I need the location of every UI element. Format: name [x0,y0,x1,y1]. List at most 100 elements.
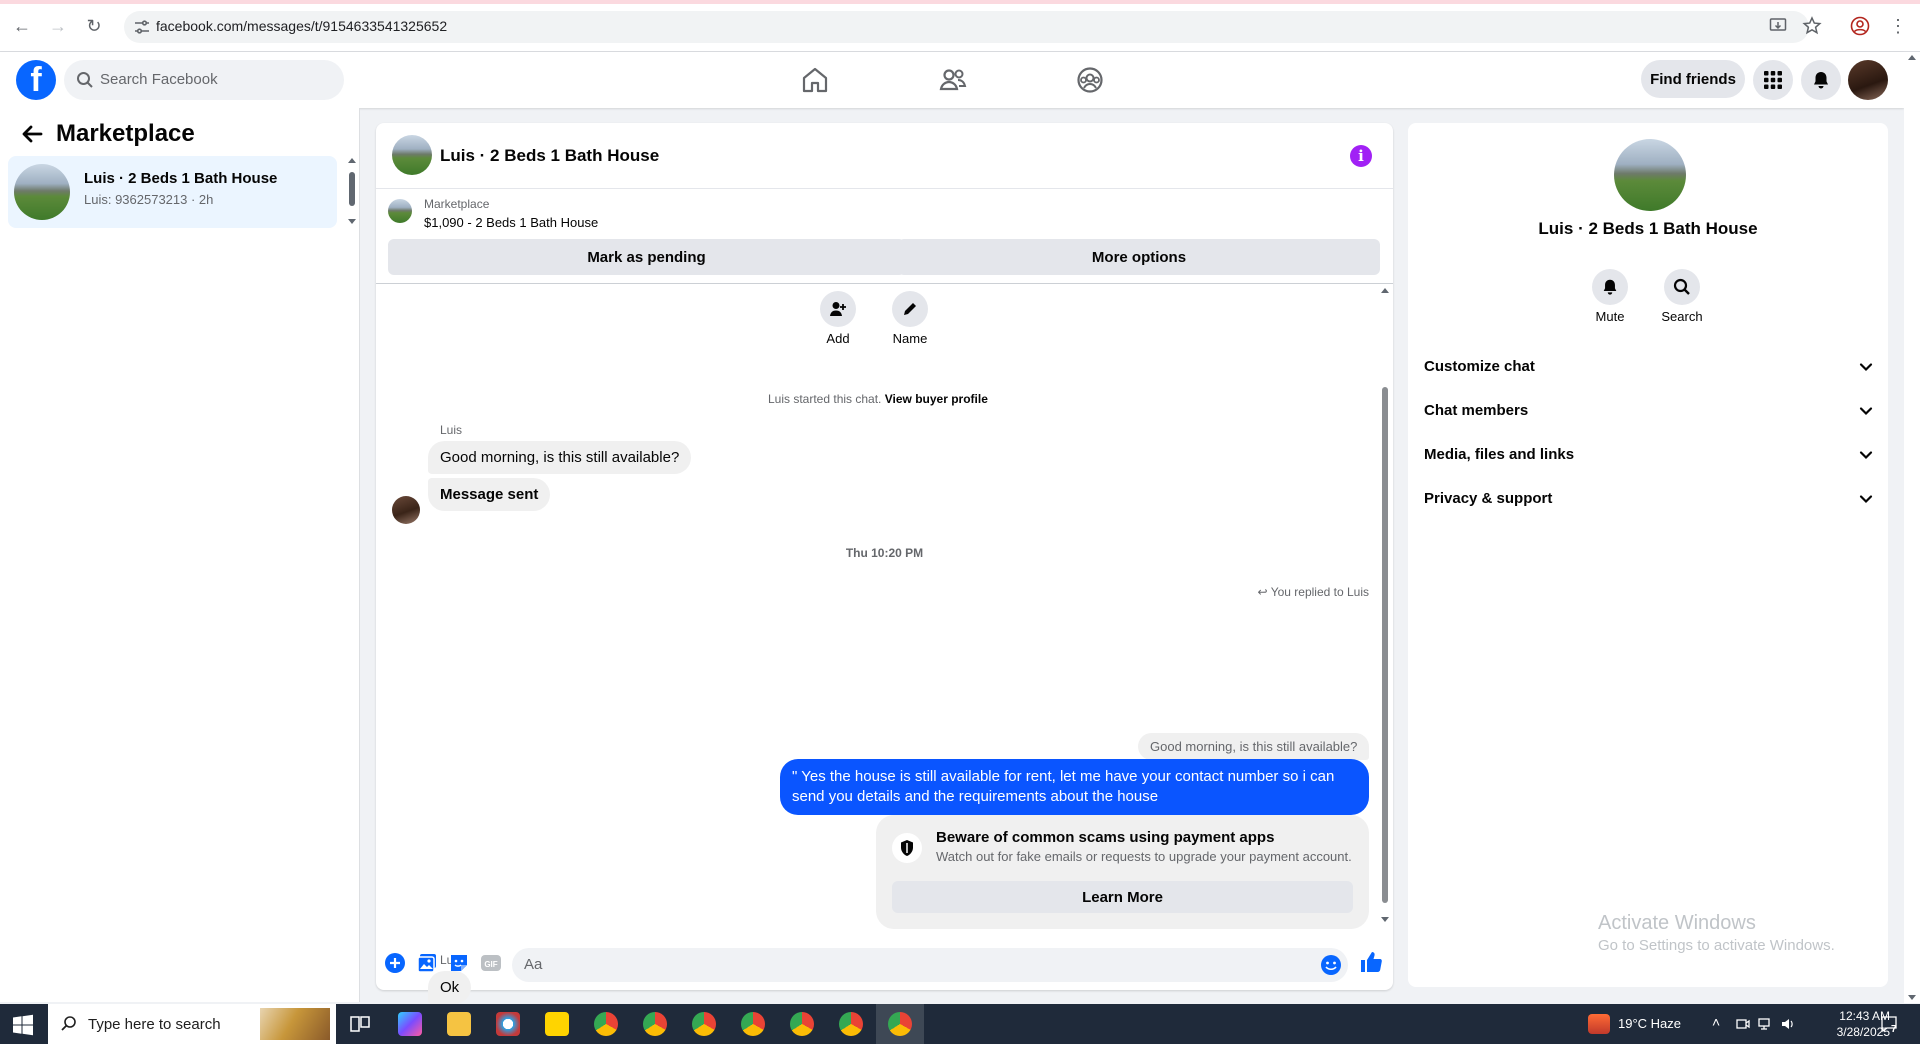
show-hidden-icons-icon[interactable]: ˄ [1712,1014,1720,1030]
mute-label: Mute [1595,309,1625,324]
shield-icon [892,833,922,863]
svg-text:GIF: GIF [484,960,497,969]
chrome-profile-icon[interactable] [741,1012,765,1036]
windows-start-icon[interactable] [12,1014,34,1036]
accordion-label: Chat members [1424,402,1529,419]
accordion-privacy-support[interactable]: Privacy & support [1424,481,1876,517]
accordion-label: Privacy & support [1424,490,1553,507]
conversation-preview: Luis: 9362573213 · 2h [84,192,214,207]
sidebar-scrollbar[interactable] [348,156,356,228]
accordion-label: Media, files and links [1424,446,1575,463]
install-app-icon[interactable] [1769,17,1787,35]
chrome-profile-icon[interactable] [594,1012,618,1036]
accordion-customize-chat[interactable]: Customize chat [1424,349,1876,385]
message-composer: GIF Aa [376,940,1393,990]
weather-text[interactable]: 19°C Haze [1618,1016,1681,1031]
notifications-bell-icon[interactable] [1801,60,1841,100]
browser-chrome: ← → ↻ facebook.com/messages/t/9154633541… [0,0,1920,52]
sticky-notes-icon[interactable] [545,1012,569,1036]
weather-icon[interactable] [1588,1014,1610,1034]
page-scrollbar[interactable] [1904,52,1920,1003]
pencil-icon [904,303,916,315]
luis-avatar[interactable] [392,496,420,524]
mute-bell-icon [1603,279,1617,295]
add-people-button[interactable] [820,291,856,327]
sidebar-title: Marketplace [56,120,195,147]
thumbs-up-icon[interactable] [1359,950,1383,974]
chevron-down-icon [1859,451,1873,460]
home-icon[interactable] [799,64,831,96]
incoming-message[interactable]: Good morning, is this still available? [428,441,692,474]
task-view-icon[interactable] [348,1012,372,1036]
chat-title[interactable]: Luis · 2 Beds 1 Bath House [440,146,659,166]
activate-windows-title: Activate Windows [1598,912,1756,934]
reload-icon[interactable]: ↻ [80,12,108,40]
find-friends-button[interactable]: Find friends [1641,60,1745,98]
learn-more-button[interactable]: Learn More [892,881,1353,913]
meet-now-icon[interactable] [1735,1016,1751,1032]
info-listing-avatar[interactable] [1614,139,1686,211]
chat-scrollbar[interactable] [1379,285,1391,925]
file-explorer-icon[interactable] [447,1012,471,1036]
more-actions-plus-icon[interactable] [384,952,406,974]
rename-button[interactable] [892,291,928,327]
marketplace-label: Marketplace [424,197,490,211]
gif-icon[interactable]: GIF [480,952,502,974]
search-in-chat-button[interactable] [1664,269,1700,305]
address-bar[interactable]: facebook.com/messages/t/9154633541325652 [124,11,1809,43]
chrome-profile-icon[interactable] [888,1012,912,1036]
facebook-search-input[interactable]: Search Facebook [64,60,344,100]
incoming-message[interactable]: Message sent [428,478,551,511]
groups-icon[interactable] [1074,64,1106,96]
mark-as-pending-button[interactable]: Mark as pending [388,239,905,275]
copilot-icon[interactable] [398,1012,422,1036]
taskbar-search-box[interactable]: Type here to search [48,1004,336,1044]
taskbar-search-placeholder: Type here to search [88,1016,221,1033]
accordion-chat-members[interactable]: Chat members [1424,393,1876,429]
app-icon[interactable] [496,1012,520,1036]
left-sidebar: Marketplace Luis · 2 Beds 1 Bath House L… [0,108,360,1002]
friends-icon[interactable] [937,64,969,96]
profile-icon[interactable] [1850,16,1870,36]
forward-icon[interactable]: → [44,12,72,40]
accordion-media-files-links[interactable]: Media, files and links [1424,437,1876,473]
outgoing-message[interactable]: " Yes the house is still available for r… [780,759,1369,815]
scam-warning-card: Beware of common scams using payment app… [876,815,1369,929]
chrome-profile-icon[interactable] [839,1012,863,1036]
scam-warning-subtitle: Watch out for fake emails or requests to… [936,849,1352,864]
back-arrow-icon[interactable] [20,122,44,146]
message-thread: Add Name Luis started this chat. View bu… [376,285,1393,1044]
view-buyer-profile-link[interactable]: View buyer profile [885,392,988,406]
sender-name: Luis [440,423,463,437]
search-placeholder: Search Facebook [100,71,218,88]
listing-price-title[interactable]: $1,090 - 2 Beds 1 Bath House [424,215,598,230]
site-info-icon[interactable] [132,17,152,37]
sticker-icon[interactable] [448,952,470,974]
chrome-profile-icon[interactable] [643,1012,667,1036]
volume-icon[interactable] [1780,1016,1796,1032]
facebook-top-bar: f Search Facebook Find friends [0,52,1904,108]
bookmark-star-icon[interactable] [1802,16,1822,36]
back-icon[interactable]: ← [8,12,36,40]
mute-button[interactable] [1592,269,1628,305]
replied-to-text: You replied to Luis [1270,585,1369,599]
network-icon[interactable] [1758,1016,1774,1032]
conversation-item[interactable]: Luis · 2 Beds 1 Bath House Luis: 9362573… [8,156,337,228]
chrome-icon[interactable] [692,1012,716,1036]
more-options-button[interactable]: More options [898,239,1380,275]
message-input[interactable]: Aa [512,948,1348,982]
facebook-logo-icon[interactable]: f [16,60,56,100]
conversation-name: Luis · 2 Beds 1 Bath House [84,170,278,187]
chrome-profile-icon[interactable] [790,1012,814,1036]
url-text: facebook.com/messages/t/9154633541325652 [156,18,448,34]
conversation-info-icon[interactable]: i [1350,145,1372,167]
menu-grid-icon[interactable] [1753,60,1793,100]
chat-listing-avatar[interactable] [392,135,432,175]
attach-photo-icon[interactable] [416,952,438,974]
menu-kebab-icon[interactable]: ⋮ [1884,12,1912,40]
chat-info-pane: Luis · 2 Beds 1 Bath House Mute Search C… [1408,123,1888,987]
quoted-message[interactable]: Good morning, is this still available? [1138,733,1370,760]
account-avatar[interactable] [1848,60,1888,100]
chevron-down-icon [1859,495,1873,504]
emoji-icon[interactable] [1320,954,1342,976]
